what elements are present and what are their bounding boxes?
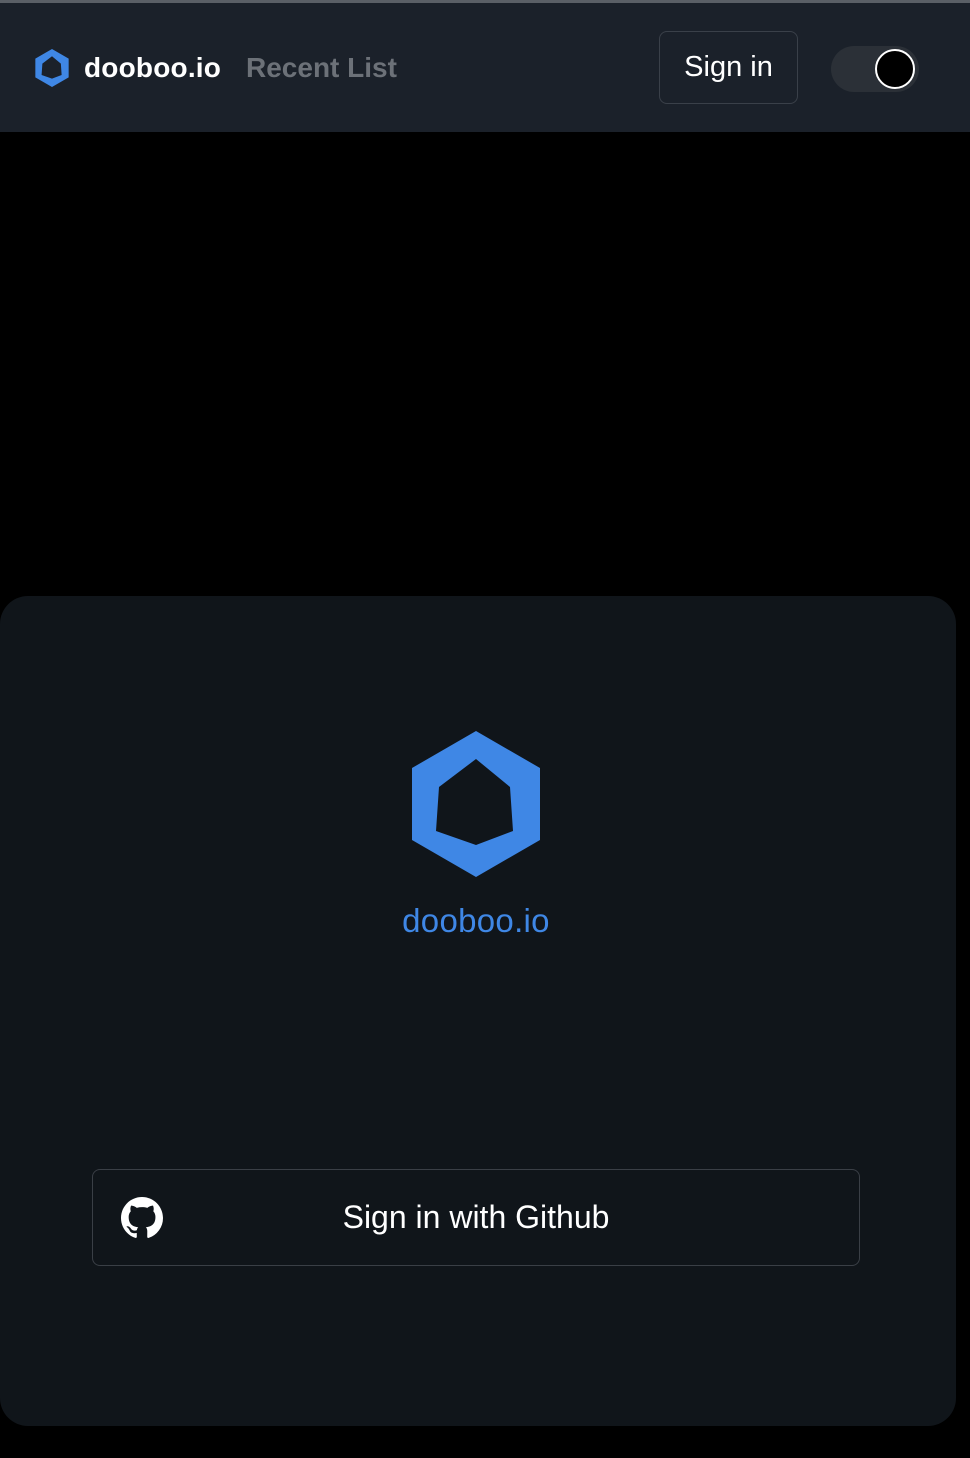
theme-toggle[interactable] <box>831 46 919 92</box>
nav-recent-list-link[interactable]: Recent List <box>246 49 397 87</box>
github-sign-in-button[interactable]: Sign in with Github <box>92 1169 860 1266</box>
sign-in-card: dooboo.io Sign in with Github <box>0 596 956 1426</box>
hexagon-logo-icon <box>35 49 69 87</box>
brand-home-link[interactable]: dooboo.io <box>34 49 221 87</box>
github-button-label: Sign in with Github <box>342 1199 610 1235</box>
hexagon-logo-icon <box>412 731 540 877</box>
top-navbar: dooboo.io Recent List Sign in <box>0 3 970 132</box>
brand-name: dooboo.io <box>84 52 222 83</box>
toggle-knob <box>875 49 915 89</box>
card-logo-text: dooboo.io <box>402 902 550 939</box>
sign-in-button[interactable]: Sign in <box>659 31 798 104</box>
